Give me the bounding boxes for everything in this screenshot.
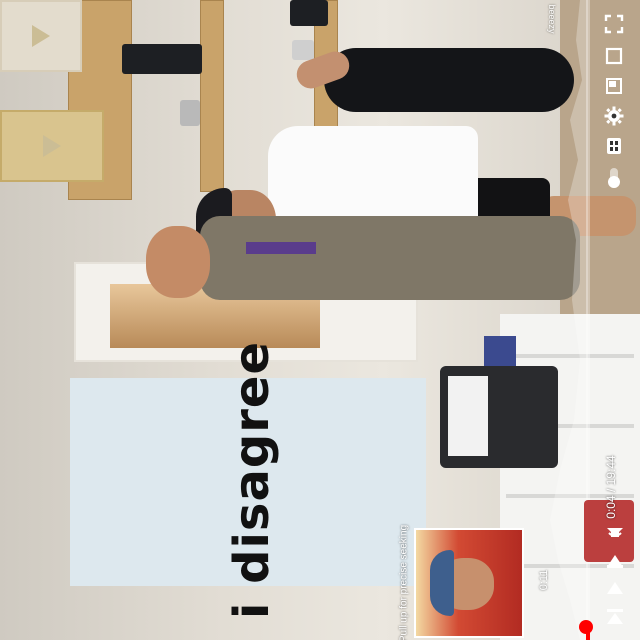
settings-button[interactable] [600,102,628,130]
fullscreen-button[interactable] [600,10,628,38]
preview-cap [430,550,454,616]
next-icon [607,555,623,568]
most-replayed-heatmap [550,0,588,640]
theater-mode-button[interactable] [600,42,628,70]
person-bald-head [146,226,210,298]
seek-preview-thumbnail [414,528,524,638]
autoplay-toggle-icon [608,168,620,188]
screen-caption-text: i disagree [224,340,280,620]
gold-play-button-plaque [0,110,104,182]
small-box [484,336,516,366]
shelf-gadget [290,0,328,26]
previous-button[interactable] [602,604,628,630]
play-icon [607,582,623,594]
volume-button[interactable] [602,516,628,542]
shelf-gadget [180,100,200,126]
previous-icon [607,609,623,624]
silver-play-button-plaque [0,0,82,72]
seek-hint-text: Pull up for precise seeking [398,524,410,640]
next-button[interactable] [602,548,628,572]
miniplayer-icon [606,78,622,94]
captions-button[interactable] [600,132,628,160]
captions-icon [607,138,621,154]
preview-time: 0:11 [538,569,550,591]
play-button[interactable] [602,576,628,600]
miniplayer-button[interactable] [600,72,628,100]
shelf-gadget [122,44,202,74]
channel-watermark: beeezy [547,4,557,34]
shelf-gadget [292,40,314,60]
wooden-shelf [200,0,224,192]
video-player[interactable]: i disagree Pull up for precise seeking 0… [0,0,640,640]
person-suit [200,216,580,300]
scrubber-handle[interactable] [579,620,593,634]
person-tie [246,242,316,254]
snowboard [324,48,574,112]
volume-icon [607,528,623,537]
autoplay-toggle[interactable] [600,164,628,192]
gear-icon [604,106,624,126]
theater-mode-icon [605,47,623,65]
fullscreen-icon [604,14,624,34]
